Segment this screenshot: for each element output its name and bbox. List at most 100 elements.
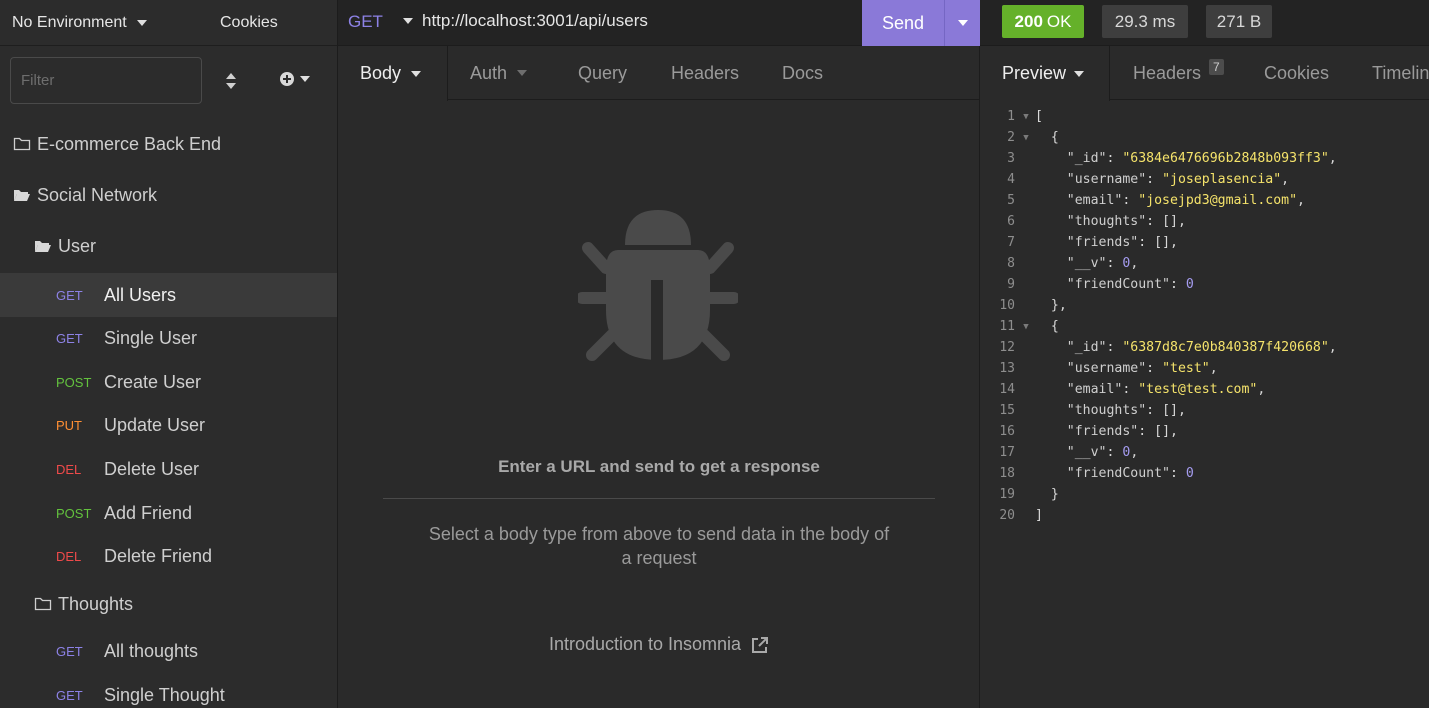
line-number: 15 <box>999 403 1015 418</box>
headers-count-badge: 7 <box>1209 59 1224 75</box>
chevron-down-icon <box>957 20 968 26</box>
method-badge: PUT <box>56 417 82 433</box>
request-item[interactable]: PUT Update User <box>0 403 337 447</box>
tab-headers[interactable]: Headers <box>671 46 739 100</box>
filter-row <box>0 46 337 116</box>
code-line: 9 "friendCount": 0 <box>980 274 1429 295</box>
method-selector[interactable]: GET <box>348 12 383 32</box>
line-number: 1 <box>1007 109 1015 124</box>
response-size-badge: 271 B <box>1206 5 1272 38</box>
tab-preview[interactable]: Preview <box>980 46 1110 101</box>
code-line: 1 ▼[ <box>980 106 1429 127</box>
request-item[interactable]: GET Single Thought <box>0 673 337 708</box>
code-line: 11 ▼ { <box>980 316 1429 337</box>
send-button[interactable]: Send <box>862 13 944 34</box>
add-item-button[interactable] <box>280 72 310 86</box>
send-options-button[interactable] <box>945 20 980 26</box>
response-status-bar: 200 OK 29.3 ms 271 B <box>980 0 1429 46</box>
code-line: 13 "username": "test", <box>980 358 1429 379</box>
method-badge: GET <box>56 330 83 346</box>
folder-icon <box>13 137 37 151</box>
url-bar: GET http://localhost:3001/api/users Send <box>338 0 980 46</box>
fold-arrow-icon[interactable]: ▼ <box>1017 112 1035 122</box>
folder-icon <box>34 597 58 611</box>
code-text: "thoughts": [], <box>1066 403 1186 418</box>
response-time-badge: 29.3 ms <box>1102 5 1188 38</box>
sidebar-header: No Environment Cookies <box>0 0 337 46</box>
code-line: 6 "thoughts": [], <box>980 211 1429 232</box>
folder-item[interactable]: Social Network <box>0 173 337 217</box>
request-pane: GET http://localhost:3001/api/users Send… <box>338 0 980 708</box>
tab-docs[interactable]: Docs <box>782 46 823 100</box>
chevron-down-icon[interactable] <box>403 18 413 24</box>
sort-icon[interactable] <box>224 72 238 90</box>
line-number: 18 <box>999 466 1015 481</box>
intro-link[interactable]: Introduction to Insomnia <box>338 634 980 655</box>
status-code: 200 <box>1014 11 1043 31</box>
folder-item[interactable]: Thoughts <box>0 582 337 626</box>
code-text: "username": "test", <box>1066 361 1218 376</box>
code-line: 19 } <box>980 484 1429 505</box>
code-line: 10 }, <box>980 295 1429 316</box>
chevron-down-icon <box>136 20 147 26</box>
tab-timeline[interactable]: Timeline <box>1372 46 1429 100</box>
tab-label: Docs <box>782 62 824 83</box>
empty-state-title: Enter a URL and send to get a response <box>498 457 820 476</box>
bug-icon <box>578 210 738 361</box>
tab-query[interactable]: Query <box>578 46 627 100</box>
tab-response-cookies[interactable]: Cookies <box>1264 46 1329 100</box>
code-line: 17 "__v": 0, <box>980 442 1429 463</box>
request-tabs: Body Auth Query Headers Docs <box>338 46 979 101</box>
tab-body[interactable]: Body <box>338 46 448 101</box>
request-item[interactable]: GET All thoughts <box>0 629 337 673</box>
line-number: 11 <box>999 319 1015 334</box>
code-text: { <box>1050 130 1059 145</box>
intro-link-label: Introduction to Insomnia <box>548 634 742 654</box>
line-number: 16 <box>999 424 1015 439</box>
line-number: 13 <box>999 361 1015 376</box>
folder-open-icon <box>13 188 37 202</box>
request-label: All Users <box>104 284 177 305</box>
request-item[interactable]: DEL Delete Friend <box>0 534 337 578</box>
fold-arrow-icon[interactable]: ▼ <box>1017 322 1035 332</box>
method-badge: POST <box>56 505 92 521</box>
cookies-button[interactable]: Cookies <box>220 14 278 32</box>
filter-input[interactable] <box>10 57 202 104</box>
folder-label: E-commerce Back End <box>37 133 222 154</box>
divider <box>383 498 935 499</box>
folder-label: Social Network <box>37 184 158 205</box>
method-badge: GET <box>56 643 83 659</box>
url-input[interactable]: http://localhost:3001/api/users <box>422 11 648 31</box>
chevron-down-icon <box>300 76 310 82</box>
line-number: 9 <box>1007 277 1015 292</box>
fold-arrow-icon[interactable]: ▼ <box>1017 133 1035 143</box>
tab-auth[interactable]: Auth <box>470 46 528 100</box>
code-text: }, <box>1050 298 1067 313</box>
line-number: 8 <box>1007 256 1015 271</box>
request-item[interactable]: GET All Users <box>0 273 337 317</box>
tab-label: Preview <box>1002 63 1067 83</box>
code-text: } <box>1050 487 1059 502</box>
line-number: 10 <box>999 298 1015 313</box>
environment-selector[interactable]: No Environment <box>12 14 147 32</box>
tab-label: Headers <box>1133 62 1202 83</box>
code-text: "friendCount": 0 <box>1066 277 1194 292</box>
empty-state-subtitle: Select a body type from above to send da… <box>428 524 890 568</box>
request-item[interactable]: GET Single User <box>0 316 337 360</box>
request-item[interactable]: POST Create User <box>0 360 337 404</box>
request-label: Update User <box>104 414 206 435</box>
line-number: 12 <box>999 340 1015 355</box>
request-item[interactable]: POST Add Friend <box>0 491 337 535</box>
response-tabs: Preview Headers 7 Cookies Timeline <box>980 46 1429 101</box>
folder-item[interactable]: E-commerce Back End <box>0 122 337 166</box>
code-line: 4 "username": "joseplasencia", <box>980 169 1429 190</box>
external-link-icon <box>752 636 769 653</box>
folder-item[interactable]: User <box>0 224 337 268</box>
request-item[interactable]: DEL Delete User <box>0 447 337 491</box>
code-line: 16 "friends": [], <box>980 421 1429 442</box>
code-line: 2 ▼ { <box>980 127 1429 148</box>
tab-response-headers[interactable]: Headers 7 <box>1133 46 1224 100</box>
tab-label: Auth <box>470 62 508 83</box>
line-number: 4 <box>1007 172 1015 187</box>
line-number: 5 <box>1007 193 1015 208</box>
